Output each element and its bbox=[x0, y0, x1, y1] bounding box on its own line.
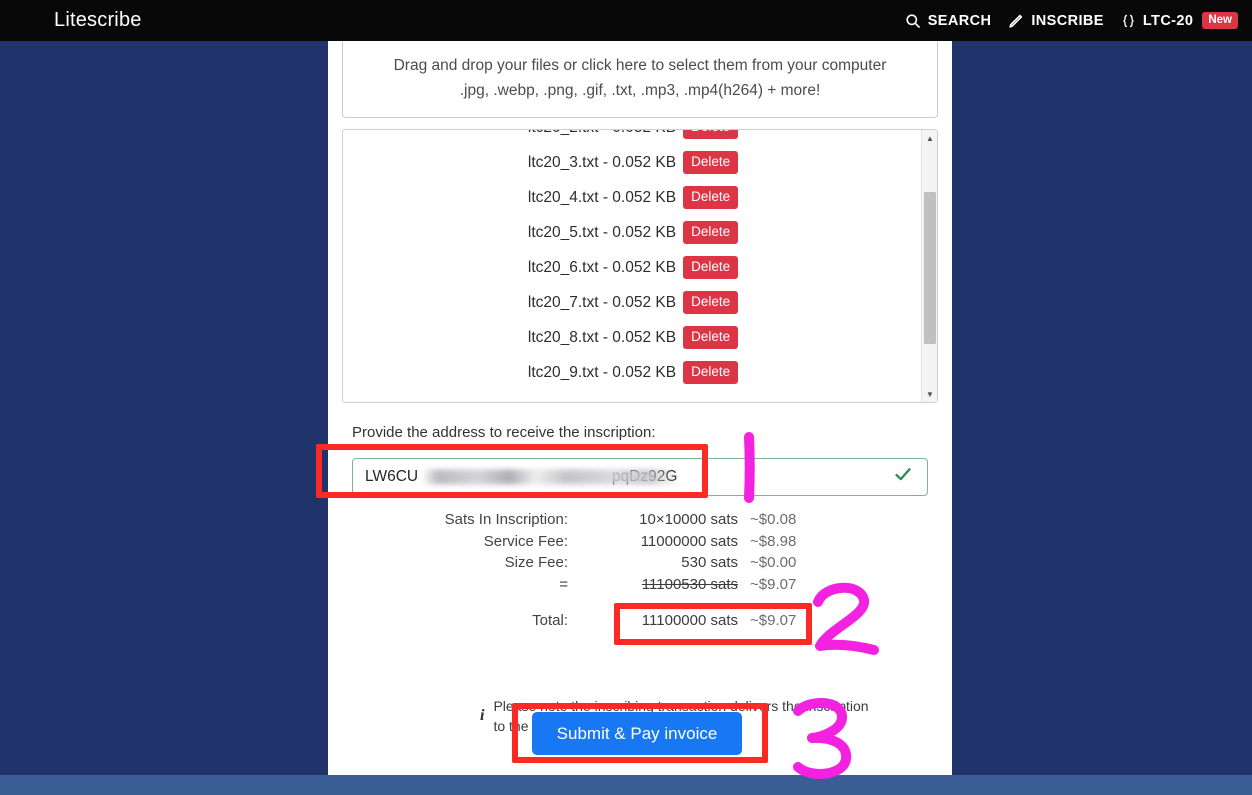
fee-label: Service Fee: bbox=[483, 532, 568, 550]
fee-row-sats-in-inscription: Sats In Inscription: 10×10000 sats ~$0.0… bbox=[352, 511, 928, 533]
address-input[interactable]: LW6CU pqDz92G bbox=[352, 458, 928, 496]
top-navbar: Litescribe SEARCH INSCRIBE LTC-20 New bbox=[0, 0, 1252, 41]
total-usd: ~$9.07 bbox=[750, 611, 797, 629]
fee-row-total: Total: 11100000 sats ~$9.07 bbox=[352, 612, 928, 634]
list-item: ltc20_9.txt - 0.052 KB Delete bbox=[343, 355, 923, 390]
fee-sats: 11000000 sats bbox=[640, 532, 738, 550]
address-value: LW6CU pqDz92G bbox=[365, 468, 680, 486]
inscribe-card: Drag and drop your files or click here t… bbox=[328, 41, 952, 775]
fee-row-service-fee: Service Fee: 11000000 sats ~$8.98 bbox=[352, 533, 928, 555]
brand-logo[interactable]: Litescribe bbox=[54, 9, 142, 32]
file-name: ltc20_8.txt - 0.052 KB bbox=[527, 328, 677, 346]
fee-label: = bbox=[559, 575, 568, 593]
status-badge-new: New bbox=[1202, 12, 1238, 29]
delete-button[interactable]: Delete bbox=[683, 130, 739, 140]
check-icon bbox=[893, 465, 913, 490]
delete-button[interactable]: Delete bbox=[683, 220, 739, 245]
delete-button[interactable]: Delete bbox=[683, 360, 739, 385]
fee-row-size-fee: Size Fee: 530 sats ~$0.00 bbox=[352, 554, 928, 576]
file-list-inner: ltc20_2.txt - 0.052 KB Delete ltc20_3.tx… bbox=[343, 130, 923, 390]
navbar-links: SEARCH INSCRIBE LTC-20 New bbox=[905, 12, 1238, 29]
nav-link-inscribe[interactable]: INSCRIBE bbox=[1008, 13, 1104, 29]
nav-link-ltc20[interactable]: LTC-20 bbox=[1121, 13, 1193, 29]
fee-breakdown: Sats In Inscription: 10×10000 sats ~$0.0… bbox=[352, 511, 928, 633]
address-value-redacted bbox=[418, 468, 612, 485]
fee-label: Size Fee: bbox=[504, 554, 568, 571]
info-icon: i bbox=[480, 707, 485, 725]
file-name: ltc20_9.txt - 0.052 KB bbox=[527, 363, 677, 381]
fee-row-subtotal: = 11100530 sats ~$9.07 bbox=[352, 576, 928, 598]
fee-usd: ~$8.98 bbox=[750, 532, 797, 550]
nav-link-inscribe-label: INSCRIBE bbox=[1031, 12, 1104, 29]
fee-usd: ~$0.00 bbox=[750, 554, 797, 571]
scroll-up-arrow-icon[interactable]: ▲ bbox=[922, 130, 937, 146]
address-value-suffix: pqDz92G bbox=[611, 468, 678, 485]
file-name: ltc20_2.txt - 0.052 KB bbox=[528, 130, 676, 137]
list-item: ltc20_8.txt - 0.052 KB Delete bbox=[343, 320, 923, 355]
file-name: ltc20_7.txt - 0.052 KB bbox=[527, 293, 677, 311]
fee-label: Sats In Inscription: bbox=[444, 511, 568, 528]
list-item: ltc20_5.txt - 0.052 KB Delete bbox=[343, 215, 923, 250]
search-icon bbox=[905, 13, 921, 29]
delete-button[interactable]: Delete bbox=[683, 325, 739, 350]
file-name: ltc20_6.txt - 0.052 KB bbox=[527, 258, 677, 276]
fee-usd: ~$9.07 bbox=[750, 575, 797, 593]
delete-button[interactable]: Delete bbox=[683, 150, 739, 175]
file-name: ltc20_4.txt - 0.052 KB bbox=[527, 188, 677, 206]
list-item: ltc20_6.txt - 0.052 KB Delete bbox=[343, 250, 923, 285]
dropzone-line-1: Drag and drop your files or click here t… bbox=[393, 57, 887, 75]
file-dropzone[interactable]: Drag and drop your files or click here t… bbox=[342, 41, 938, 118]
scroll-down-arrow-icon[interactable]: ▼ bbox=[922, 386, 937, 402]
list-item: ltc20_3.txt - 0.052 KB Delete bbox=[343, 145, 923, 180]
fee-usd: ~$0.08 bbox=[750, 511, 797, 528]
dropzone-line-2: .jpg, .webp, .png, .gif, .txt, .mp3, .mp… bbox=[459, 82, 821, 99]
fee-sats: 10×10000 sats bbox=[639, 511, 738, 528]
file-name: ltc20_5.txt - 0.052 KB bbox=[527, 223, 677, 241]
file-name: ltc20_3.txt - 0.052 KB bbox=[527, 153, 677, 171]
total-label: Total: bbox=[532, 611, 568, 629]
file-list[interactable]: ltc20_2.txt - 0.052 KB Delete ltc20_3.tx… bbox=[342, 129, 938, 403]
fee-sats: 11100530 sats bbox=[641, 575, 738, 593]
pencil-icon bbox=[1008, 13, 1024, 29]
list-item: ltc20_2.txt - 0.052 KB Delete bbox=[343, 130, 923, 145]
page-background-footer-strip bbox=[0, 775, 1252, 795]
fee-sats: 530 sats bbox=[681, 554, 738, 571]
nav-link-ltc20-label: LTC-20 bbox=[1142, 12, 1194, 29]
app-root: Litescribe SEARCH INSCRIBE LTC-20 New Dr… bbox=[0, 0, 1252, 795]
list-item: ltc20_4.txt - 0.052 KB Delete bbox=[343, 180, 923, 215]
total-sats: 11100000 sats bbox=[641, 611, 738, 629]
list-item: ltc20_7.txt - 0.052 KB Delete bbox=[343, 285, 923, 320]
scrollbar-thumb[interactable] bbox=[924, 192, 936, 344]
braces-icon bbox=[1121, 13, 1136, 29]
submit-pay-invoice-button[interactable]: Submit & Pay invoice bbox=[532, 712, 742, 755]
nav-link-search[interactable]: SEARCH bbox=[905, 13, 992, 29]
delete-button[interactable]: Delete bbox=[683, 290, 739, 315]
delete-button[interactable]: Delete bbox=[683, 255, 739, 280]
nav-link-search-label: SEARCH bbox=[927, 12, 992, 29]
address-label: Provide the address to receive the inscr… bbox=[352, 424, 656, 441]
address-value-prefix: LW6CU bbox=[365, 468, 419, 485]
delete-button[interactable]: Delete bbox=[683, 185, 739, 210]
file-list-scrollbar[interactable]: ▲ ▼ bbox=[921, 130, 937, 402]
